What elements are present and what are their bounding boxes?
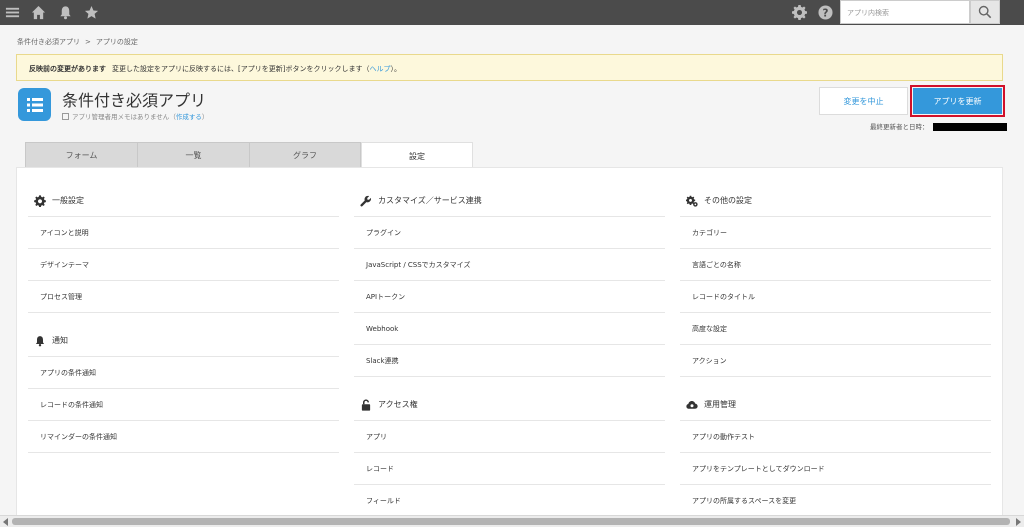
memo-text: アプリ管理者用メモはありません	[72, 113, 170, 121]
section-general: 一般設定	[28, 185, 339, 217]
star-icon[interactable]	[83, 4, 100, 21]
bell-icon	[35, 335, 45, 346]
horizontal-scrollbar[interactable]	[0, 515, 1024, 527]
setting-access-record[interactable]: レコード	[354, 453, 665, 485]
svg-text:?: ?	[823, 7, 829, 19]
tab-form[interactable]: フォーム	[25, 142, 137, 168]
last-updated: 最終更新者と日時：	[870, 121, 1007, 131]
section-notification: 通知	[28, 325, 339, 357]
setting-reminder-notification[interactable]: リマインダーの条件通知	[28, 421, 339, 453]
setting-plugin[interactable]: プラグイン	[354, 217, 665, 249]
breadcrumb-app-link[interactable]: 条件付き必須アプリ	[17, 38, 80, 46]
setting-action[interactable]: アクション	[680, 345, 991, 377]
section-access-title: アクセス権	[378, 400, 418, 409]
settings-column-3: その他の設定 カテゴリー 言語ごとの名称 レコードのタイトル 高度な設定 アクシ…	[680, 168, 991, 515]
gears-icon	[686, 195, 698, 207]
breadcrumb-current: アプリの設定	[95, 38, 138, 46]
setting-process-management[interactable]: プロセス管理	[28, 281, 339, 313]
setting-app-test[interactable]: アプリの動作テスト	[680, 421, 991, 453]
setting-record-title[interactable]: レコードのタイトル	[680, 281, 991, 313]
section-access: アクセス権	[354, 389, 665, 421]
setting-app-notification[interactable]: アプリの条件通知	[28, 357, 339, 389]
app-title: 条件付き必須アプリ	[62, 91, 207, 110]
last-updated-label: 最終更新者と日時：	[870, 123, 929, 131]
cloud-gear-icon	[686, 400, 698, 409]
section-customize-title: カスタマイズ／サービス連携	[378, 196, 482, 205]
setting-js-css[interactable]: JavaScript / CSSでカスタマイズ	[354, 249, 665, 281]
setting-slack[interactable]: Slack連携	[354, 345, 665, 377]
section-notification-title: 通知	[52, 336, 68, 345]
redacted-block	[932, 123, 1007, 131]
setting-icon-and-description[interactable]: アイコンと説明	[28, 217, 339, 249]
section-other-title: その他の設定	[704, 196, 752, 205]
setting-change-space[interactable]: アプリの所属するスペースを変更	[680, 485, 991, 515]
setting-design-theme[interactable]: デザインテーマ	[28, 249, 339, 281]
update-highlight: アプリを更新	[910, 85, 1005, 117]
section-general-title: 一般設定	[52, 196, 84, 205]
settings-panel: 一般設定 アイコンと説明 デザインテーマ プロセス管理 通知 アプリの条件通知 …	[16, 167, 1003, 515]
list-icon	[26, 97, 43, 112]
scrollbar-thumb[interactable]	[12, 518, 1010, 525]
scroll-right-icon[interactable]	[1016, 518, 1021, 526]
memo-create-link[interactable]: 作成する	[176, 113, 202, 121]
notice-title: 反映前の変更があります	[29, 65, 106, 73]
home-icon[interactable]	[30, 4, 47, 21]
memo-icon	[62, 113, 69, 120]
tab-graph[interactable]: グラフ	[249, 142, 361, 168]
setting-advanced[interactable]: 高度な設定	[680, 313, 991, 345]
setting-access-field[interactable]: フィールド	[354, 485, 665, 515]
tab-settings[interactable]: 設定	[361, 142, 473, 169]
memo-create-close: ）	[201, 113, 209, 121]
section-operations: 運用管理	[680, 389, 991, 421]
bell-icon[interactable]	[57, 4, 74, 21]
lock-icon	[361, 398, 371, 411]
search-button[interactable]	[970, 0, 1000, 24]
section-customize: カスタマイズ／サービス連携	[354, 185, 665, 217]
setting-record-notification[interactable]: レコードの条件通知	[28, 389, 339, 421]
update-app-button[interactable]: アプリを更新	[913, 88, 1002, 114]
wrench-icon	[360, 195, 372, 206]
settings-column-2: カスタマイズ／サービス連携 プラグイン JavaScript / CSSでカスタ…	[354, 168, 665, 515]
notice-message: 変更した設定をアプリに反映するには、[アプリを更新]ボタンをクリックします	[112, 65, 363, 73]
gear-icon	[34, 194, 46, 207]
setting-access-app[interactable]: アプリ	[354, 421, 665, 453]
section-operations-title: 運用管理	[704, 400, 736, 409]
setting-api-token[interactable]: APIトークン	[354, 281, 665, 313]
settings-column-1: 一般設定 アイコンと説明 デザインテーマ プロセス管理 通知 アプリの条件通知 …	[28, 168, 339, 453]
cancel-changes-button[interactable]: 変更を中止	[819, 87, 908, 115]
notice-help-close: ）。	[390, 65, 401, 73]
tab-list[interactable]: 一覧	[137, 142, 249, 168]
gear-icon[interactable]	[791, 4, 808, 21]
tab-bar: フォーム 一覧 グラフ 設定	[25, 142, 473, 169]
setting-download-template[interactable]: アプリをテンプレートとしてダウンロード	[680, 453, 991, 485]
app-memo: アプリ管理者用メモはありません（作成する）	[62, 111, 208, 121]
search-input[interactable]: アプリ内検索	[840, 0, 970, 24]
help-link[interactable]: ヘルプ	[369, 65, 390, 73]
search-icon	[978, 5, 992, 19]
breadcrumb: 条件付き必須アプリ > アプリの設定	[17, 37, 138, 47]
setting-language-names[interactable]: 言語ごとの名称	[680, 249, 991, 281]
app-icon[interactable]	[18, 88, 51, 121]
section-other: その他の設定	[680, 185, 991, 217]
scroll-left-icon[interactable]	[3, 518, 8, 526]
setting-webhook[interactable]: Webhook	[354, 313, 665, 345]
pending-changes-notice: 反映前の変更があります 変更した設定をアプリに反映するには、[アプリを更新]ボタン…	[16, 54, 1003, 81]
breadcrumb-separator: >	[85, 38, 91, 46]
setting-category[interactable]: カテゴリー	[680, 217, 991, 249]
menu-icon[interactable]	[4, 4, 21, 21]
top-bar: ? アプリ内検索	[0, 0, 1024, 25]
help-icon[interactable]: ?	[817, 4, 834, 21]
